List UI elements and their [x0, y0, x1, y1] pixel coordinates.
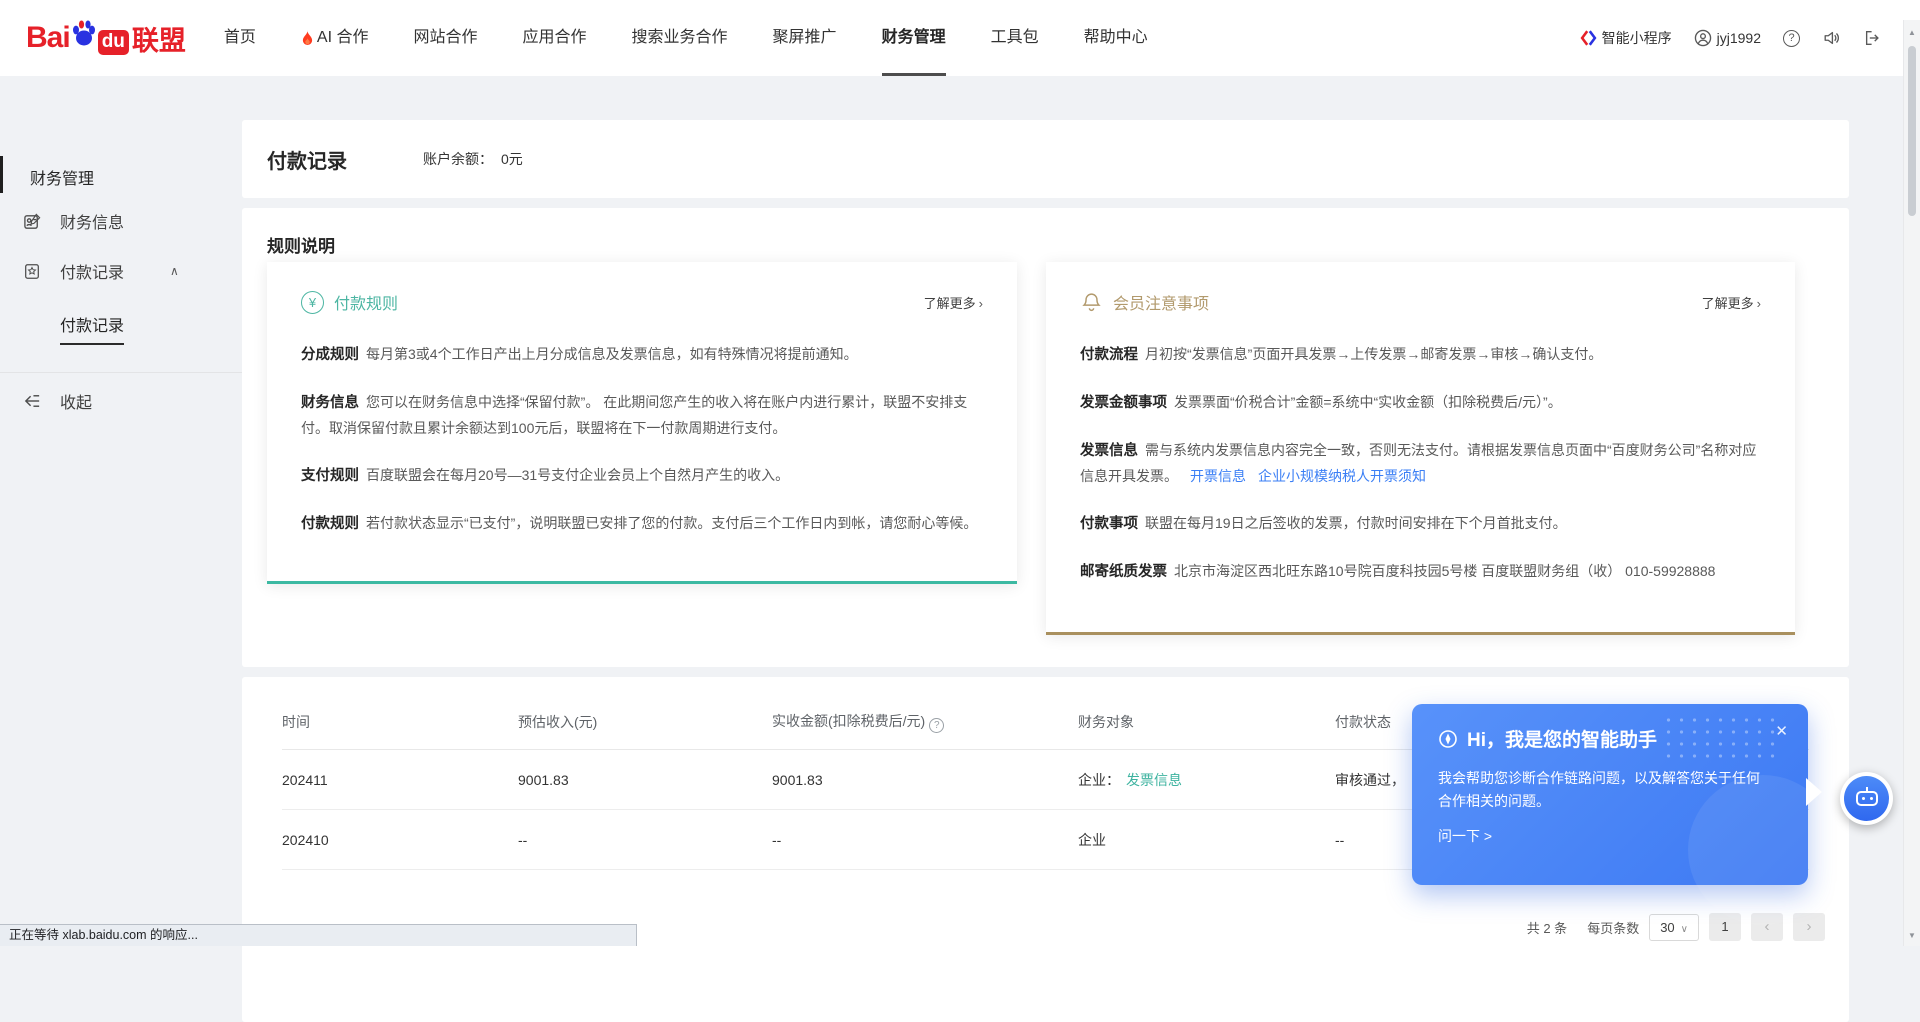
assistant-popup: Hi，我是您的智能助手 ✕ 我会帮助您诊断合作链路问题，以及解答您关于任何合作相…: [1412, 704, 1808, 885]
sidebar-collapse-button[interactable]: 收起: [0, 386, 242, 416]
info-icon[interactable]: ?: [929, 718, 944, 733]
top-navbar: Bai du 联盟 首页 AI 合作 网站合作 应用合作 搜索业务合作 聚屏推广…: [0, 0, 1920, 76]
page-title: 付款记录: [267, 145, 347, 174]
robot-icon: [1844, 776, 1889, 821]
vertical-scrollbar[interactable]: ▲ ▼: [1903, 20, 1920, 946]
cell-time: 202411: [282, 750, 518, 810]
member-notes-more-link[interactable]: 了解更多›: [1702, 293, 1761, 312]
rule-item: 付款规则若付款状态显示“已支付”，说明联盟已安排了您的付款。支付后三个工作日内到…: [301, 511, 983, 537]
baidu-union-logo[interactable]: Bai du 联盟: [26, 19, 186, 58]
ask-now-link[interactable]: 问一下 >: [1438, 826, 1782, 846]
scrollbar-thumb[interactable]: [1908, 46, 1916, 216]
username: jyj1992: [1717, 30, 1761, 46]
sidebar-group-finance[interactable]: 财务管理: [30, 165, 94, 189]
logout-icon[interactable]: [1863, 29, 1882, 47]
popup-tail: [1806, 778, 1822, 806]
sidebar: 财务管理 财务信息 付款记录 ∧ 付款记录 收起: [0, 76, 242, 946]
assistant-robot-button[interactable]: [1840, 772, 1893, 825]
more-arrow-icon: ›: [1757, 296, 1761, 311]
rule-item: 支付规则百度联盟会在每月20号—31号支付企业会员上个自然月产生的收入。: [301, 463, 983, 489]
sidebar-item-finance-info[interactable]: 财务信息: [0, 206, 242, 236]
logo-text-bai: Bai: [26, 21, 70, 55]
invoice-info-table-link[interactable]: 发票信息: [1126, 772, 1182, 788]
sidebar-subitem-payment-records-active[interactable]: 付款记录: [60, 312, 124, 345]
finance-info-icon: [23, 212, 42, 231]
user-icon: [1694, 29, 1712, 47]
payment-rules-title: 付款规则: [334, 290, 398, 314]
account-balance: 账户余额：0元: [423, 149, 523, 169]
logo-text-du: du: [98, 30, 129, 55]
rules-card: 规则说明 ¥ 付款规则 了解更多› 分成规则每月第3或4个工作日产出上月分成信息…: [242, 208, 1849, 667]
cell-target: 企业: [1078, 810, 1335, 870]
note-item: 发票信息需与系统内发票信息内容完全一致，否则无法支付。请根据发票信息页面中“百度…: [1080, 438, 1761, 489]
payment-rules-card: ¥ 付款规则 了解更多› 分成规则每月第3或4个工作日产出上月分成信息及发票信息…: [267, 262, 1017, 584]
scroll-down-icon[interactable]: ▼: [1908, 931, 1916, 940]
more-arrow-icon: ›: [979, 296, 983, 311]
payment-rules-more-link[interactable]: 了解更多›: [924, 293, 983, 312]
note-item: 付款流程月初按“发票信息”页面开具发票→上传发票→邮寄发票→审核→确认支付。: [1080, 342, 1761, 368]
miniprogram-logo-icon: [1580, 29, 1597, 47]
nav-item-juping[interactable]: 聚屏推广: [773, 0, 837, 76]
assistant-title: Hi，我是您的智能助手: [1467, 725, 1657, 752]
baidu-paw-icon: [71, 19, 97, 47]
nav-item-ai[interactable]: AI 合作: [301, 0, 369, 76]
nav-item-app[interactable]: 应用合作: [523, 0, 587, 76]
balance-value: 0元: [501, 151, 523, 167]
col-target: 财务对象: [1078, 711, 1335, 750]
note-item: 邮寄纸质发票北京市海淀区西北旺东路10号院百度科技园5号楼 百度联盟财务组（收）…: [1080, 559, 1761, 585]
topbar-right: 智能小程序 jyj1992 ?: [1580, 28, 1882, 48]
page-header-card: 付款记录 账户余额：0元: [242, 120, 1849, 198]
flame-icon: [301, 30, 314, 46]
chevron-up-icon[interactable]: ∧: [170, 264, 179, 278]
sound-icon[interactable]: [1822, 29, 1841, 47]
nav-item-search-biz[interactable]: 搜索业务合作: [632, 0, 728, 76]
member-notes-card: 会员注意事项 了解更多› 付款流程月初按“发票信息”页面开具发票→上传发票→邮寄…: [1046, 262, 1795, 635]
invoice-info-link[interactable]: 开票信息: [1190, 468, 1246, 484]
rule-item: 财务信息您可以在财务信息中选择“保留付款”。 在此期间您产生的收入将在账户内进行…: [301, 390, 983, 441]
chevron-down-icon: ∨: [1681, 924, 1688, 935]
close-icon[interactable]: ✕: [1775, 722, 1788, 740]
note-item: 发票金额事项发票票面“价税合计”金额=系统中“实收金额（扣除税费后/元）”。: [1080, 390, 1761, 416]
compass-icon: [1438, 729, 1458, 749]
col-actual: 实收金额(扣除税费后/元)?: [772, 711, 1078, 750]
col-estimated: 预估收入(元): [518, 711, 772, 750]
yuan-circle-icon: ¥: [301, 291, 324, 314]
collapse-icon: [23, 392, 42, 410]
payment-record-icon: [23, 262, 41, 281]
note-item: 付款事项联盟在每月19日之后签收的发票，付款时间安排在下个月首批支付。: [1080, 511, 1761, 537]
nav-item-home[interactable]: 首页: [224, 0, 256, 76]
user-account[interactable]: jyj1992: [1694, 29, 1761, 47]
cell-actual: 9001.83: [772, 750, 1078, 810]
sidebar-item-payment-records[interactable]: 付款记录 ∧: [0, 256, 242, 286]
assistant-message: 我会帮助您诊断合作链路问题，以及解答您关于任何合作相关的问题。: [1438, 767, 1768, 813]
scroll-up-icon[interactable]: ▲: [1908, 28, 1916, 37]
nav-item-help-center[interactable]: 帮助中心: [1084, 0, 1148, 76]
cell-estimated: --: [518, 810, 772, 870]
rules-section-title: 规则说明: [267, 232, 335, 257]
rule-item: 分成规则每月第3或4个工作日产出上月分成信息及发票信息，如有特殊情况将提前通知。: [301, 342, 983, 368]
main-nav: 首页 AI 合作 网站合作 应用合作 搜索业务合作 聚屏推广 财务管理 工具包 …: [224, 0, 1148, 76]
small-taxpayer-link[interactable]: 企业小规模纳税人开票须知: [1258, 468, 1426, 484]
nav-item-finance[interactable]: 财务管理: [882, 0, 946, 76]
member-notes-title: 会员注意事项: [1113, 290, 1209, 314]
sidebar-active-group-mark: [0, 156, 3, 193]
browser-status-bar: 正在等待 xlab.baidu.com 的响应...: [0, 924, 637, 946]
per-page-select[interactable]: 30∨: [1649, 914, 1699, 941]
cell-target: 企业：发票信息: [1078, 750, 1335, 810]
cell-actual: --: [772, 810, 1078, 870]
logo-text-union: 联盟: [132, 19, 186, 58]
nav-item-website[interactable]: 网站合作: [414, 0, 478, 76]
per-page-label: 每页条数: [1587, 918, 1639, 937]
sidebar-divider: [0, 372, 242, 373]
smart-miniprogram-link[interactable]: 智能小程序: [1580, 28, 1672, 48]
bell-icon: [1080, 291, 1103, 314]
total-count: 共 2 条: [1527, 918, 1567, 937]
col-time: 时间: [282, 711, 518, 750]
nav-item-toolkit[interactable]: 工具包: [991, 0, 1039, 76]
next-page-button[interactable]: ›: [1793, 913, 1825, 941]
cell-time: 202410: [282, 810, 518, 870]
help-icon[interactable]: ?: [1783, 30, 1800, 47]
cell-estimated: 9001.83: [518, 750, 772, 810]
